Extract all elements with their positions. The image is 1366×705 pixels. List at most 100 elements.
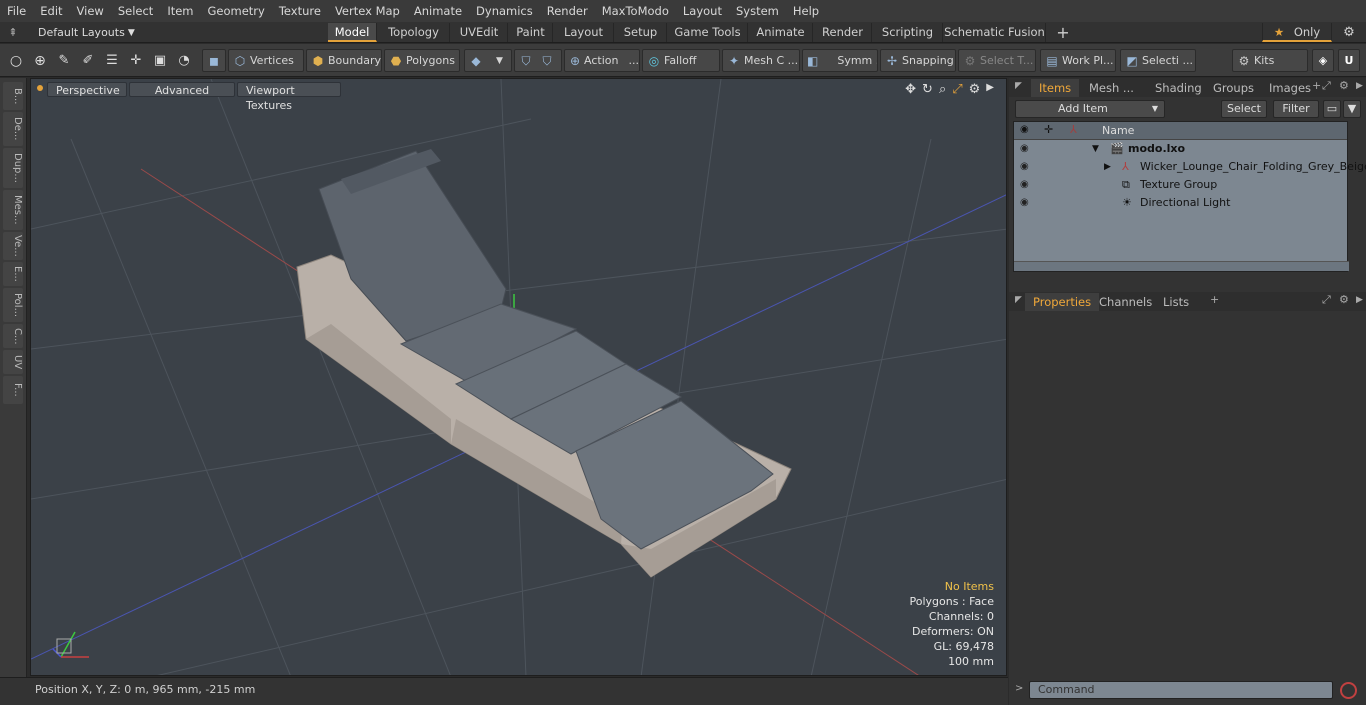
panel-gear-icon[interactable]: ⚙ — [1339, 293, 1349, 306]
menu-edit[interactable]: Edit — [33, 0, 69, 22]
select-button[interactable]: Select — [1221, 100, 1267, 118]
layout-selector[interactable]: ⇞ Default Layouts ▼ — [0, 22, 134, 43]
menu-geometry[interactable]: Geometry — [201, 0, 272, 22]
symmetry-toggles[interactable]: ⛉ ⛉ — [514, 49, 562, 72]
add-item-dropdown[interactable]: Add Item ▼ — [1015, 100, 1165, 118]
left-tab-basic[interactable]: B... — [3, 82, 23, 110]
transform-icon[interactable]: ✛ — [124, 53, 148, 68]
tree-row-mesh[interactable]: ◉ ▶ ⅄ Wicker_Lounge_Chair_Folding_Grey_B… — [1014, 158, 1366, 176]
work-plane-button[interactable]: ▤ Work Pl... — [1040, 49, 1116, 72]
tab-animate[interactable]: Animate — [749, 23, 813, 42]
panel-menu-icon[interactable]: ◤ — [1015, 81, 1022, 91]
tab-shading[interactable]: Shading — [1147, 79, 1210, 97]
selection-sets-button[interactable]: ◩ Selecti ... — [1120, 49, 1196, 72]
panel-gear-icon[interactable]: ⚙ — [1339, 79, 1349, 92]
falloff-button[interactable]: ◎ Falloff — [642, 49, 720, 72]
unity-button[interactable]: ◈ — [1312, 49, 1334, 72]
tab-items[interactable]: Items — [1031, 79, 1080, 97]
rotate-icon[interactable]: ◔ — [172, 53, 196, 68]
panel-more-icon[interactable]: ▶ — [1356, 81, 1363, 91]
name-column-header[interactable]: Name — [1102, 124, 1134, 137]
action-button[interactable]: ⊕ Action... — [564, 49, 640, 72]
tab-setup[interactable]: Setup — [615, 23, 667, 42]
left-tab-edge[interactable]: E... — [3, 262, 23, 286]
viewport-textures-button[interactable]: Viewport Textures — [237, 82, 341, 112]
mesh-constraint-button[interactable]: ✦ Mesh C ... — [722, 49, 800, 72]
left-tab-mesh[interactable]: Mes... — [3, 190, 23, 230]
menu-view[interactable]: View — [70, 0, 111, 22]
panel-more-icon[interactable]: ▶ — [1356, 295, 1363, 305]
only-toggle[interactable]: ★ Only — [1262, 23, 1332, 42]
tab-topology[interactable]: Topology — [378, 23, 450, 42]
expand-arrow-icon[interactable]: ▶ — [1104, 158, 1111, 176]
eye-icon[interactable]: ◉ — [1020, 194, 1029, 212]
rotate-view-icon[interactable]: ↻ — [922, 82, 933, 97]
menu-system[interactable]: System — [729, 0, 786, 22]
menu-animate[interactable]: Animate — [407, 0, 469, 22]
scale-icon[interactable]: ▣ — [148, 53, 172, 68]
left-tab-deform[interactable]: De... — [3, 112, 23, 146]
panel-expand-icon[interactable]: ⤢ — [1322, 79, 1331, 93]
gear-icon[interactable]: ⚙ — [1336, 23, 1362, 42]
item-mode-button[interactable]: ◼ — [202, 49, 226, 72]
left-tab-polygon[interactable]: Pol... — [3, 288, 23, 322]
boundary-button[interactable]: ⬢ Boundary — [306, 49, 382, 72]
tab-layout[interactable]: Layout — [554, 23, 614, 42]
left-tab-fusion[interactable]: F... — [3, 376, 23, 404]
unreal-button[interactable]: U — [1338, 49, 1360, 72]
brush-icon[interactable]: ✐ — [76, 53, 100, 68]
add-tab-icon[interactable]: + — [1052, 23, 1074, 42]
menu-file[interactable]: File — [0, 0, 33, 22]
tab-images[interactable]: Images — [1261, 79, 1319, 97]
tab-uvedit[interactable]: UVEdit — [451, 23, 508, 42]
tab-lists[interactable]: Lists — [1155, 293, 1197, 311]
tab-properties[interactable]: Properties — [1025, 293, 1100, 311]
tree-row-scene[interactable]: ◉ ▼ 🎬 modo.lxo — [1014, 140, 1349, 158]
record-icon[interactable] — [1340, 682, 1357, 699]
left-tab-duplicate[interactable]: Dup... — [3, 148, 23, 188]
polygons-button[interactable]: ⬣ Polygons — [384, 49, 460, 72]
menu-dynamics[interactable]: Dynamics — [469, 0, 540, 22]
tab-schematic-fusion[interactable]: Schematic Fusion — [944, 23, 1046, 42]
menu-layout[interactable]: Layout — [676, 0, 729, 22]
filter-button[interactable]: Filter — [1273, 100, 1319, 118]
3d-viewport[interactable]: Perspective Advanced Viewport Textures ✥… — [30, 78, 1007, 676]
tab-render[interactable]: Render — [814, 23, 872, 42]
tab-scripting[interactable]: Scripting — [873, 23, 943, 42]
menu-render[interactable]: Render — [540, 0, 595, 22]
funnel-icon[interactable]: ▼ — [1343, 100, 1361, 118]
left-tab-vertex[interactable]: Ve... — [3, 232, 23, 260]
tab-channels[interactable]: Channels — [1091, 293, 1160, 311]
perspective-button[interactable]: Perspective — [47, 82, 127, 97]
add-panel-icon[interactable]: + — [1210, 293, 1219, 306]
collapse-arrow-icon[interactable]: ▼ — [1092, 140, 1099, 158]
left-tab-uv[interactable]: UV — [3, 350, 23, 374]
vertices-button[interactable]: ⬡ Vertices — [228, 49, 304, 72]
menu-item[interactable]: Item — [160, 0, 200, 22]
move-icon[interactable]: ✥ — [905, 82, 916, 97]
symmetry-button[interactable]: ◧ Symm ... — [802, 49, 878, 72]
expand-right-icon[interactable]: ▶ — [986, 82, 994, 97]
tab-model[interactable]: Model — [328, 23, 377, 42]
command-input[interactable]: Command — [1029, 681, 1333, 699]
zoom-icon[interactable]: ⌕ — [939, 82, 946, 97]
add-panel-icon[interactable]: + — [1312, 79, 1321, 92]
maximize-icon[interactable]: ⤢ — [952, 82, 962, 97]
menu-vertex-map[interactable]: Vertex Map — [328, 0, 407, 22]
menu-select[interactable]: Select — [111, 0, 160, 22]
collapse-icon[interactable]: ▭ — [1323, 100, 1341, 118]
circle-select-icon[interactable]: ○ — [4, 53, 28, 69]
left-tab-curve[interactable]: C... — [3, 324, 23, 348]
tab-groups[interactable]: Groups — [1205, 79, 1262, 97]
tab-mesh[interactable]: Mesh ... — [1081, 79, 1142, 97]
eye-icon[interactable]: ◉ — [1020, 140, 1029, 158]
tree-row-light[interactable]: ◉ ☀ Directional Light — [1014, 194, 1349, 212]
menu-help[interactable]: Help — [786, 0, 826, 22]
material-dropdown[interactable]: ◆ ▼ — [464, 49, 512, 72]
menu-texture[interactable]: Texture — [272, 0, 328, 22]
panel-expand-icon[interactable]: ⤢ — [1322, 293, 1331, 307]
tree-scrollbar[interactable] — [1014, 261, 1349, 271]
tab-game-tools[interactable]: Game Tools — [668, 23, 748, 42]
panel-menu-icon[interactable]: ◤ — [1015, 295, 1022, 305]
menu-maxtomodo[interactable]: MaxToModo — [595, 0, 676, 22]
